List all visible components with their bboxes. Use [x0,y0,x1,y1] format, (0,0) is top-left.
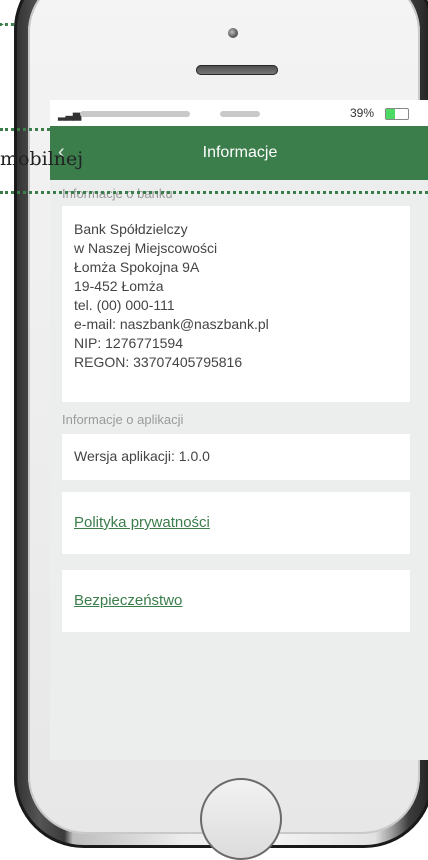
app-version: Wersja aplikacji: 1.0.0 [74,448,210,464]
app-screen: ▂▃▅ 39% ‹ Informacje Informacje o banku … [50,100,428,760]
battery-percent: 39% [350,106,375,120]
app-version-card: Wersja aplikacji: 1.0.0 [62,434,410,480]
bank-email: e-mail: naszbank@naszbank.pl [74,316,269,332]
carrier-name-blurred [80,111,190,117]
signal-icon: ▂▃▅ [58,109,81,121]
security-card[interactable]: Bezpieczeństwo [62,570,410,632]
callout-label: mobilnej [0,148,84,170]
front-camera-icon [228,28,238,38]
security-link[interactable]: Bezpieczeństwo [74,592,182,609]
home-button[interactable] [200,778,282,860]
status-bar: ▂▃▅ 39% [50,100,428,126]
privacy-policy-link[interactable]: Polityka prywatności [74,514,210,531]
clock-blurred [220,111,260,117]
bank-info-card: Bank Spółdzielczy w Naszej Miejscowości … [62,206,410,402]
battery-fill [386,109,395,119]
section-label-app: Informacje o aplikacji [62,412,184,427]
bank-name: Bank Spółdzielczy [74,221,188,237]
battery-icon [385,108,409,120]
bank-regon: REGON: 33707405795816 [74,354,243,370]
privacy-policy-card[interactable]: Polityka prywatności [62,492,410,554]
speaker-grille [196,65,278,75]
bank-postal: 19-452 Łomża [74,278,164,294]
bank-phone: tel. (00) 000-111 [74,297,175,313]
bank-street: Łomża Spokojna 9A [74,259,200,275]
bank-location: w Naszej Miejscowości [74,240,218,256]
bank-nip: NIP: 1276771594 [74,335,183,351]
